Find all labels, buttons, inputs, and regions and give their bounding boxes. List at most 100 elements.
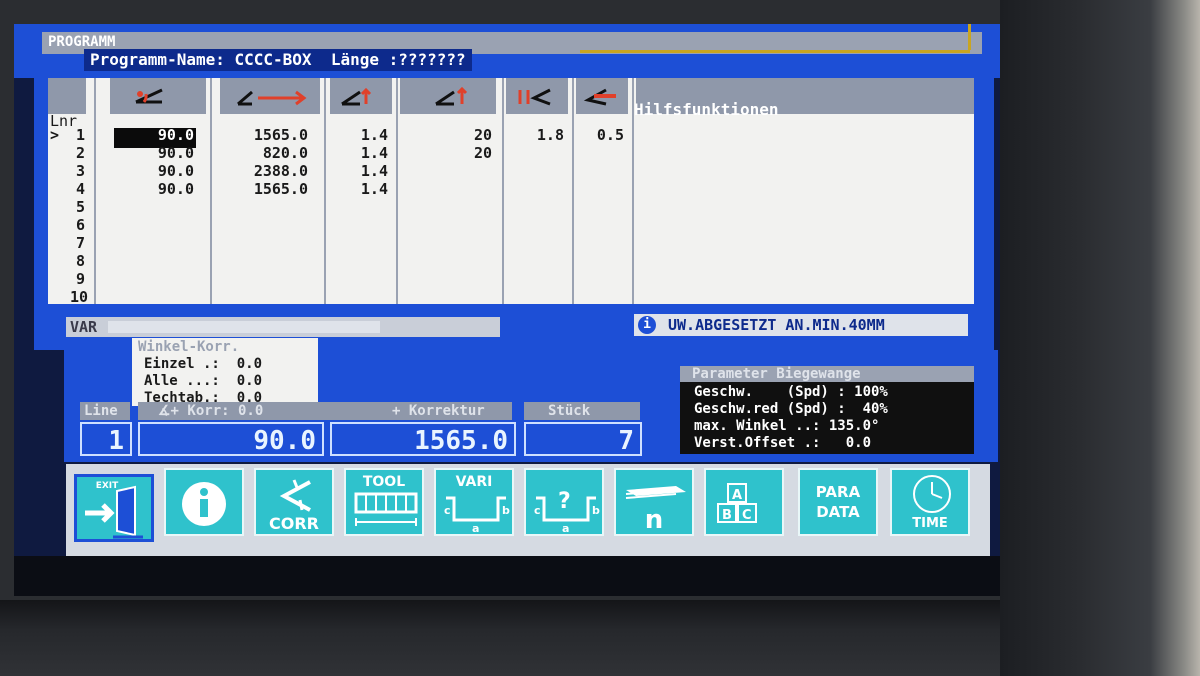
monitor-bezel-right (1000, 0, 1200, 676)
winkel-korr-title: Winkel-Korr. (138, 339, 240, 355)
h-col-head (400, 78, 496, 114)
corr-button[interactable]: CORR (254, 468, 334, 536)
svg-text:a: a (562, 522, 569, 535)
cell-r[interactable]: 1.4 (332, 144, 388, 162)
count-button[interactable]: n (614, 468, 694, 536)
profile-query-icon: ? c b a (534, 489, 600, 535)
abc-blocks-icon: B C A (717, 483, 757, 523)
col-divider (324, 78, 326, 304)
angle-col-head (110, 78, 206, 114)
cell-r[interactable]: 1.4 (332, 180, 388, 198)
cell-angle[interactable]: 90.0 (114, 126, 194, 144)
line-value[interactable]: 1 (80, 422, 132, 456)
cell-r[interactable]: 1.4 (332, 126, 388, 144)
profile-variant-icon: c b a (444, 496, 510, 535)
w-col-head (506, 78, 568, 114)
vari-button[interactable]: VARI c b a (434, 468, 514, 536)
col-divider (502, 78, 504, 304)
page-title: PROGRAMM (48, 34, 116, 50)
row-number[interactable]: 9 (76, 270, 85, 288)
param-speed[interactable]: Geschw. (Spd) : 100% (694, 384, 888, 400)
cell-t[interactable]: 0.5 (576, 126, 624, 144)
program-name-line[interactable]: Programm-Name: CCCC-BOX Länge :??????? (84, 49, 472, 71)
stueck-value[interactable]: 7 (524, 422, 642, 456)
count-caption: n (644, 505, 664, 535)
svg-text:A: A (732, 488, 742, 503)
screen-bottom-edge (14, 556, 1000, 596)
cell-angle[interactable]: 90.0 (114, 180, 194, 198)
profile-query-button[interactable]: ? c b a (524, 468, 604, 536)
corr-caption: CORR (269, 514, 319, 533)
monitor-bezel-bottom (0, 600, 1000, 676)
svg-text:a: a (472, 522, 479, 535)
row-number[interactable]: 2 (76, 144, 85, 162)
info-message: UW.ABGESETZT AN.MIN.40MM (668, 316, 885, 334)
row-number[interactable]: 5 (76, 198, 85, 216)
row-number[interactable]: 10 (70, 288, 88, 306)
var-label: VAR (70, 318, 98, 336)
para-data-button[interactable]: PARA DATA (798, 468, 878, 536)
time-caption: TIME (912, 516, 948, 531)
tool-button[interactable]: TOOL (344, 468, 424, 536)
param-max-angle[interactable]: max. Winkel ..: 135.0° (694, 418, 879, 434)
stueck-label: Stück (524, 402, 640, 420)
x-col-head (220, 78, 320, 114)
para-data-caption: PARA DATA (815, 483, 861, 521)
col-divider (210, 78, 212, 304)
backgauge-r-icon (341, 87, 372, 106)
svg-text:b: b (502, 504, 510, 517)
cell-x[interactable]: 2388.0 (220, 162, 308, 180)
row-number[interactable]: 3 (76, 162, 85, 180)
svg-text:c: c (534, 504, 541, 517)
param-speed-red[interactable]: Geschw.red (Spd) : 40% (694, 401, 888, 417)
exit-door-icon (85, 485, 143, 539)
cell-x[interactable]: 820.0 (220, 144, 308, 162)
cell-w[interactable]: 1.8 (508, 126, 564, 144)
var-field-fill (108, 321, 380, 333)
row-number[interactable]: 1 (76, 126, 85, 144)
sheet-thickness-icon (583, 88, 616, 106)
cell-h[interactable]: 20 (408, 144, 492, 162)
abc-button[interactable]: B C A (704, 468, 784, 536)
row-number[interactable]: 6 (76, 216, 85, 234)
row-number[interactable]: 7 (76, 234, 85, 252)
tool-icon (354, 492, 418, 526)
bend-table: Hilfsfunktionen Lnr > 1 2 3 4 5 6 7 8 9 … (48, 78, 974, 306)
col-divider (396, 78, 398, 304)
flange-height-icon (435, 86, 468, 106)
svg-text:b: b (592, 504, 600, 517)
info-icon (182, 482, 226, 526)
title-tick (968, 24, 971, 50)
cell-r[interactable]: 1.4 (332, 162, 388, 180)
cell-x[interactable]: 1565.0 (220, 126, 308, 144)
angle-corr-label: ∡+ Korr: 0.0 (138, 402, 338, 420)
info-icon: i (638, 316, 656, 334)
t-col-head (576, 78, 628, 114)
angle-value[interactable]: 90.0 (138, 422, 324, 456)
row-number[interactable]: 8 (76, 252, 85, 270)
x-value[interactable]: 1565.0 (330, 422, 516, 456)
exit-button[interactable]: EXIT (74, 474, 154, 542)
x-corr-label: + Korrektur (332, 402, 512, 420)
line-label: Line (80, 402, 130, 420)
cell-x[interactable]: 1565.0 (220, 180, 308, 198)
cell-angle[interactable]: 90.0 (114, 144, 194, 162)
backgauge-x-icon (237, 90, 307, 106)
winkel-korr-einzel[interactable]: Einzel .: 0.0 (144, 356, 262, 372)
angle-icon (135, 88, 163, 104)
info-button[interactable] (164, 468, 244, 536)
svg-text:?: ? (558, 489, 571, 514)
svg-text:c: c (444, 504, 451, 517)
param-offset[interactable]: Verst.Offset .: 0.0 (694, 435, 871, 451)
col-divider (94, 78, 96, 304)
program-table-panel: Hilfsfunktionen Lnr > 1 2 3 4 5 6 7 8 9 … (34, 78, 994, 350)
cell-h[interactable]: 20 (408, 126, 492, 144)
aux-functions-header: Hilfsfunktionen (634, 100, 779, 119)
svg-text:C: C (742, 508, 752, 523)
time-button[interactable]: TIME (890, 468, 970, 536)
col-divider (632, 78, 634, 304)
winkel-korr-alle[interactable]: Alle ...: 0.0 (144, 373, 262, 389)
row-number[interactable]: 4 (76, 180, 85, 198)
cell-angle[interactable]: 90.0 (114, 162, 194, 180)
lnr-col-head (48, 78, 86, 114)
